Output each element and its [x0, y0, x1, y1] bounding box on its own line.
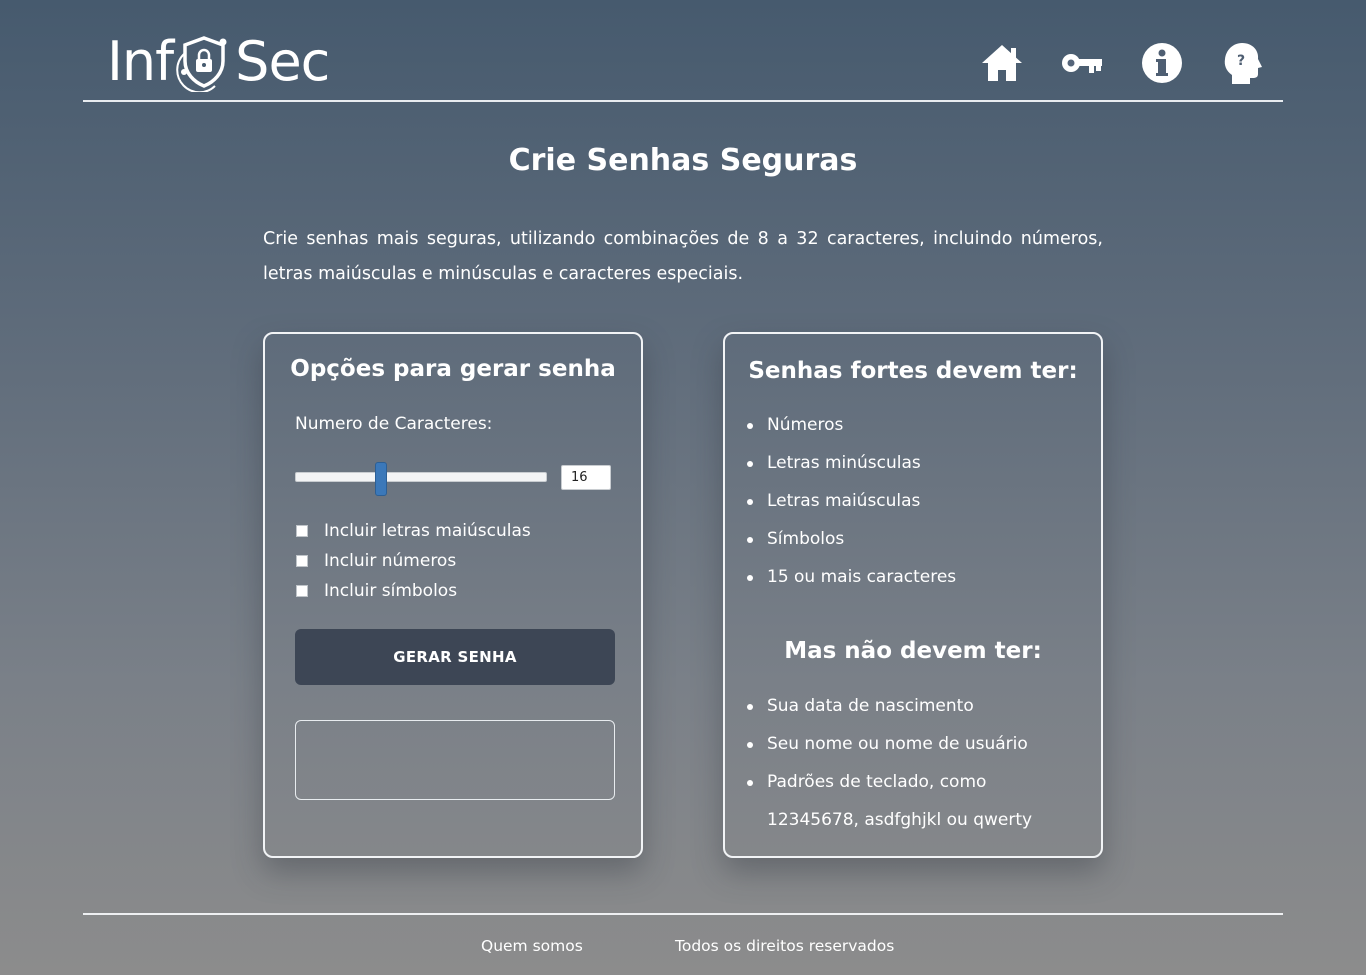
- uppercase-checkbox[interactable]: [296, 525, 308, 537]
- main-nav: ?: [981, 40, 1263, 86]
- list-item: Letras maiúsculas: [745, 482, 956, 520]
- site-header: Inf Sec ?: [83, 0, 1283, 102]
- tips-card: Senhas fortes devem ter: Números Letras …: [723, 332, 1103, 858]
- svg-text:?: ?: [1237, 53, 1245, 69]
- shield-lock-icon: [175, 32, 233, 94]
- logo[interactable]: Inf Sec: [107, 30, 330, 94]
- option-symbols[interactable]: Incluir símbolos: [295, 576, 531, 606]
- length-label: Numero de Caracteres:: [295, 414, 493, 434]
- option-numbers[interactable]: Incluir números: [295, 546, 531, 576]
- list-item: 15 ou mais caracteres: [745, 558, 956, 596]
- password-output-field[interactable]: [295, 720, 615, 800]
- option-label: Incluir números: [324, 551, 457, 571]
- list-item: Letras minúsculas: [745, 444, 956, 482]
- page-title: Crie Senhas Seguras: [508, 143, 858, 178]
- must-not-have-list: Sua data de nascimento Seu nome ou nome …: [745, 687, 1032, 839]
- generate-password-button[interactable]: GERAR SENHA: [295, 629, 615, 685]
- info-icon[interactable]: [1141, 40, 1183, 86]
- site-footer: Quem somos Todos os direitos reservados: [83, 913, 1283, 975]
- intro-text: Crie senhas mais seguras, utilizando com…: [263, 229, 1103, 284]
- must-have-title: Senhas fortes devem ter:: [748, 358, 1078, 384]
- list-item: Sua data de nascimento: [745, 687, 1032, 725]
- key-icon[interactable]: [1061, 40, 1103, 86]
- must-have-list: Números Letras minúsculas Letras maiúscu…: [745, 406, 956, 596]
- list-item: Padrões de teclado, como: [745, 763, 1032, 801]
- slider-track[interactable]: [295, 472, 547, 482]
- option-label: Incluir letras maiúsculas: [324, 521, 531, 541]
- list-item: Números: [745, 406, 956, 444]
- list-item: Seu nome ou nome de usuário: [745, 725, 1032, 763]
- generator-card: Opções para gerar senha Numero de Caract…: [263, 332, 643, 858]
- options-list: Incluir letras maiúsculas Incluir número…: [295, 516, 531, 606]
- symbols-checkbox[interactable]: [296, 585, 308, 597]
- option-uppercase[interactable]: Incluir letras maiúsculas: [295, 516, 531, 546]
- home-icon[interactable]: [981, 40, 1023, 86]
- rights-link[interactable]: Todos os direitos reservados: [675, 937, 894, 955]
- list-item: Símbolos: [745, 520, 956, 558]
- logo-text-left: Inf: [107, 30, 174, 93]
- logo-text-right: Sec: [235, 30, 330, 93]
- must-not-have-title: Mas não devem ter:: [784, 638, 1042, 664]
- slider-thumb[interactable]: [375, 462, 387, 496]
- length-slider[interactable]: [295, 462, 547, 502]
- head-question-icon[interactable]: ?: [1221, 40, 1263, 86]
- option-label: Incluir símbolos: [324, 581, 458, 601]
- length-input[interactable]: 16: [561, 465, 611, 490]
- numbers-checkbox[interactable]: [296, 555, 308, 567]
- generator-title: Opções para gerar senha: [290, 356, 616, 382]
- about-link[interactable]: Quem somos: [481, 937, 583, 955]
- list-item-continuation: 12345678, asdfghjkl ou qwerty: [767, 810, 1033, 830]
